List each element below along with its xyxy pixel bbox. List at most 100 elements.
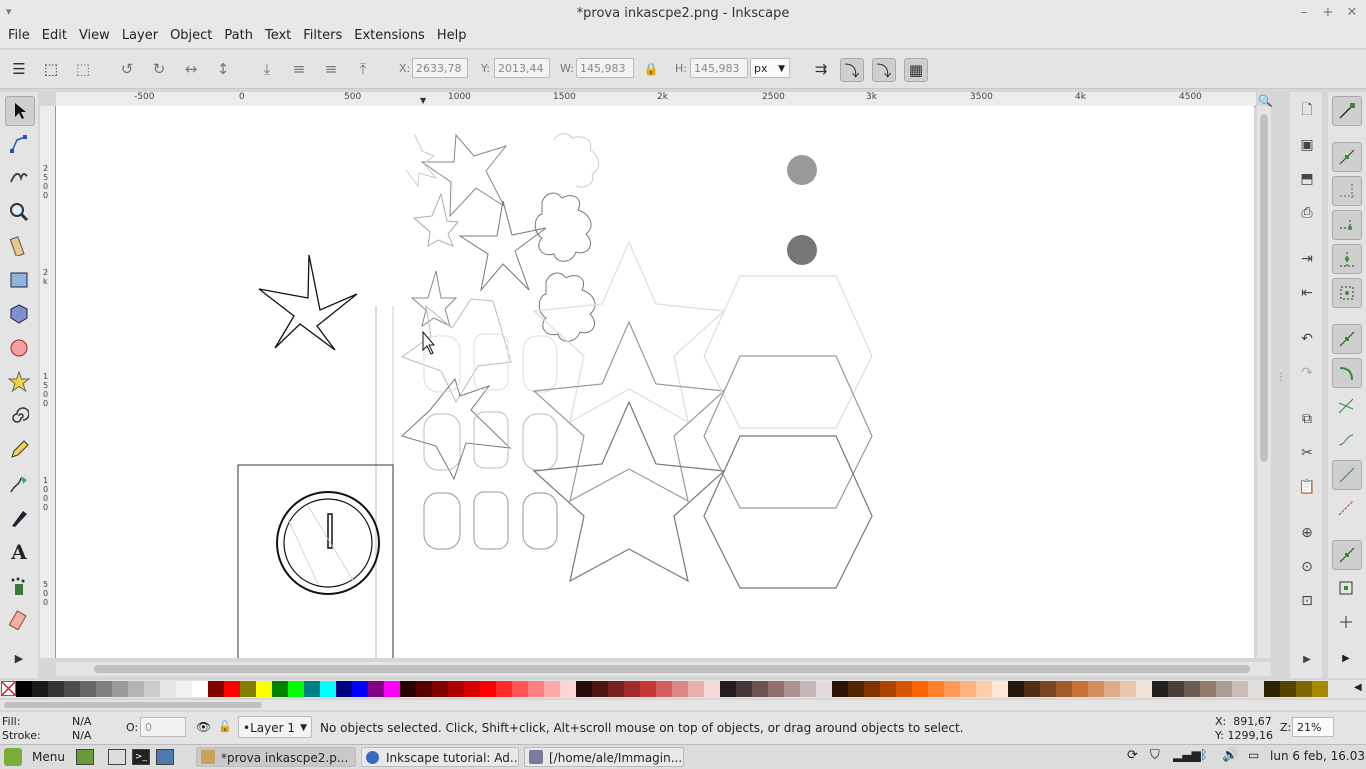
color-swatch[interactable] (400, 681, 416, 697)
lock-ratio-icon[interactable]: 🔒 (640, 58, 662, 80)
maximize-button[interactable]: + (1319, 4, 1337, 22)
color-swatch[interactable] (128, 681, 144, 697)
snap-enable-icon[interactable] (1332, 96, 1362, 126)
raise-icon[interactable]: ≡ (320, 58, 342, 80)
flip-vertical-icon[interactable]: ↕ (212, 58, 234, 80)
selector-tool-icon[interactable] (5, 96, 35, 126)
color-swatch[interactable] (1184, 681, 1200, 697)
snap-bbox-corner-icon[interactable] (1332, 210, 1362, 240)
menu-object[interactable]: Object (164, 26, 218, 46)
paste-icon[interactable]: 📋 (1296, 476, 1318, 498)
color-swatch[interactable] (416, 681, 432, 697)
star-shape[interactable] (258, 254, 358, 351)
measure-tool-icon[interactable] (5, 232, 33, 260)
x-field[interactable]: 2633,78 (412, 58, 468, 78)
redo-icon[interactable]: ↷ (1296, 362, 1318, 384)
snap-bbox-icon[interactable] (1332, 142, 1362, 172)
color-swatch[interactable] (624, 681, 640, 697)
color-swatch[interactable] (816, 681, 832, 697)
color-swatch[interactable] (1024, 681, 1040, 697)
color-swatch[interactable] (192, 681, 208, 697)
w-field[interactable]: 145,983 (576, 58, 634, 78)
color-swatch[interactable] (672, 681, 688, 697)
color-swatch[interactable] (720, 681, 736, 697)
color-swatch[interactable] (288, 681, 304, 697)
color-swatch[interactable] (1232, 681, 1248, 697)
pencil-tool-icon[interactable] (5, 436, 33, 464)
color-swatch[interactable] (880, 681, 896, 697)
select-all-layers-icon[interactable]: ⬚ (40, 58, 62, 80)
palette-scrollbar[interactable] (0, 700, 1366, 710)
spray-tool-icon[interactable] (5, 572, 33, 600)
color-swatch[interactable] (1120, 681, 1136, 697)
color-swatch[interactable] (1088, 681, 1104, 697)
snap-rotation-center-icon[interactable] (1332, 540, 1362, 570)
show-desktop-icon[interactable] (76, 749, 94, 765)
color-swatch[interactable] (944, 681, 960, 697)
color-swatch[interactable] (1280, 681, 1296, 697)
color-swatch[interactable] (112, 681, 128, 697)
horizontal-scroll-thumb[interactable] (94, 665, 1250, 673)
color-swatch[interactable] (96, 681, 112, 697)
select-all-icon[interactable]: ☰ (8, 58, 30, 80)
tweak-tool-icon[interactable] (5, 164, 33, 192)
color-swatch[interactable] (1248, 681, 1264, 697)
print-icon[interactable]: ⎙ (1296, 202, 1318, 224)
color-swatch[interactable] (832, 681, 848, 697)
color-swatch[interactable] (656, 681, 672, 697)
color-swatch[interactable] (496, 681, 512, 697)
color-swatch[interactable] (80, 681, 96, 697)
stroke-value[interactable]: N/A (72, 729, 91, 742)
3d-box-tool-icon[interactable] (5, 300, 33, 328)
more-commands-icon[interactable]: ▶ (1296, 648, 1318, 670)
fill-value[interactable]: N/A (72, 715, 91, 728)
snap-paths-icon[interactable] (1332, 358, 1362, 388)
vertical-scrollbar[interactable] (1257, 106, 1271, 658)
menu-text[interactable]: Text (259, 26, 297, 46)
dark-gray-circle[interactable] (787, 235, 817, 265)
move-gradients-icon[interactable]: ⤵ (872, 58, 896, 82)
color-swatch[interactable] (912, 681, 928, 697)
files-launcher-icon[interactable] (108, 749, 126, 765)
color-swatch[interactable] (896, 681, 912, 697)
color-swatch[interactable] (848, 681, 864, 697)
color-swatch[interactable] (352, 681, 368, 697)
snap-bbox-edge-icon[interactable] (1332, 176, 1362, 206)
color-swatch[interactable] (1136, 681, 1152, 697)
start-menu-button[interactable]: Menu (4, 747, 70, 767)
gray-circle[interactable] (787, 155, 817, 185)
color-swatch[interactable] (752, 681, 768, 697)
color-swatch[interactable] (160, 681, 176, 697)
close-button[interactable]: ✕ (1343, 4, 1361, 22)
color-swatch[interactable] (992, 681, 1008, 697)
color-swatch[interactable] (592, 681, 608, 697)
browser-launcher-icon[interactable] (156, 749, 174, 765)
color-swatch[interactable] (48, 681, 64, 697)
color-swatch[interactable] (368, 681, 384, 697)
color-swatch[interactable] (800, 681, 816, 697)
deselect-icon[interactable]: ⬚ (72, 58, 94, 80)
hexagons-group[interactable] (703, 275, 873, 589)
color-swatch[interactable] (1216, 681, 1232, 697)
color-swatch[interactable] (432, 681, 448, 697)
menu-view[interactable]: View (73, 26, 116, 46)
color-swatch[interactable] (960, 681, 976, 697)
color-swatch[interactable] (272, 681, 288, 697)
zoom-tool-icon[interactable] (5, 198, 33, 226)
color-swatch[interactable] (576, 681, 592, 697)
color-swatch[interactable] (560, 681, 576, 697)
lower-icon[interactable]: ≡ (288, 58, 310, 80)
snap-grid-icon[interactable] (1332, 608, 1360, 636)
rotate-ccw-icon[interactable]: ↺ (116, 58, 138, 80)
layer-select[interactable]: •Layer 1 ▼ (238, 716, 312, 738)
color-swatch[interactable] (256, 681, 272, 697)
spiral-tool-icon[interactable] (5, 402, 33, 430)
color-swatch[interactable] (144, 681, 160, 697)
shield-icon[interactable]: ⛉ (1150, 748, 1160, 763)
color-swatch[interactable] (320, 681, 336, 697)
unit-select[interactable]: px ▼ (750, 58, 790, 78)
export-icon[interactable]: ⇤ (1296, 282, 1318, 304)
color-swatch[interactable] (736, 681, 752, 697)
menu-path[interactable]: Path (218, 26, 259, 46)
color-swatch[interactable] (1312, 681, 1328, 697)
